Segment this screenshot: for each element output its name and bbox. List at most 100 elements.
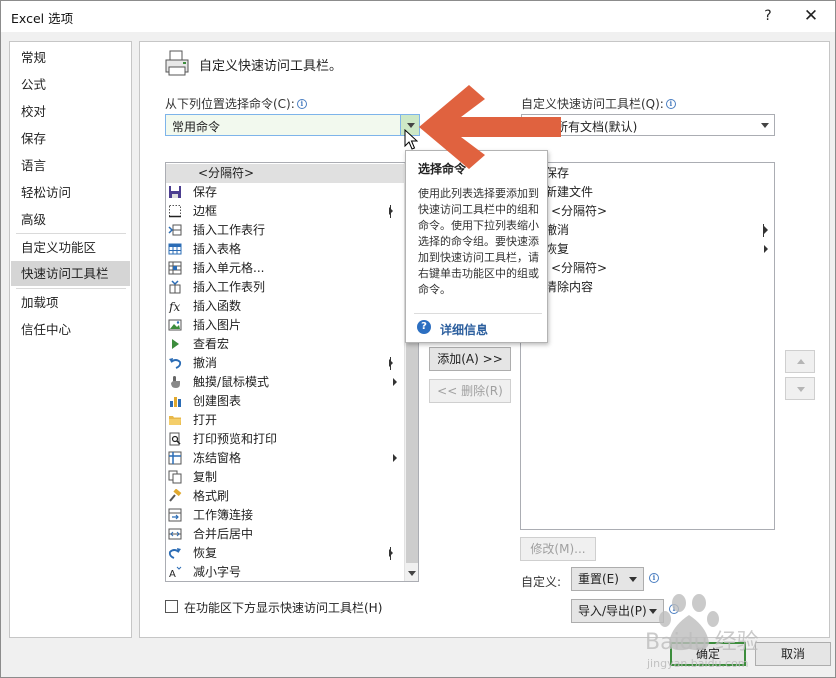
close-button[interactable]: ✕ [796, 4, 826, 28]
import-export-label: 导入/导出(P) [578, 604, 647, 618]
chart-icon [170, 397, 181, 407]
list-item[interactable]: <分隔符> [521, 259, 769, 278]
tooltip-body: 使用此列表选择要添加到快速访问工具栏中的组和命令。使用下拉列表缩小选择的命令组。… [418, 187, 539, 296]
submenu-arrow-icon [764, 245, 768, 253]
add-button[interactable]: 添加(A) >> [429, 347, 511, 371]
list-item[interactable]: 插入工作表列 [166, 278, 404, 297]
sidebar-item-save[interactable]: 保存 [11, 126, 130, 151]
list-item[interactable]: 恢复 [521, 240, 769, 259]
list-item[interactable]: 工作簿连接 [166, 506, 404, 525]
choose-commands-label: 从下列位置选择命令(C): i [165, 95, 307, 112]
sidebar-item-language[interactable]: 语言 [11, 153, 130, 178]
list-item[interactable]: 恢复 [166, 544, 404, 563]
submenu-arrow-icon [389, 207, 393, 215]
save-icon [169, 186, 181, 198]
list-item[interactable]: 清除内容 [521, 278, 769, 297]
choose-commands-tooltip: 选择命令 使用此列表选择要添加到快速访问工具栏中的组和命令。使用下拉列表缩小选择… [405, 150, 548, 343]
chevron-down-icon [629, 577, 637, 582]
copy-icon [168, 470, 182, 484]
sidebar-item-general[interactable]: 常规 [11, 45, 130, 70]
reset-button[interactable]: 重置(E) [571, 567, 644, 591]
list-item[interactable]: 保存 [166, 183, 404, 202]
more-info-link[interactable]: 详细信息 [440, 321, 488, 338]
arrow-up-icon [797, 359, 805, 364]
sidebar-divider [16, 233, 126, 234]
macro-icon [172, 339, 179, 349]
tooltip-divider [414, 313, 542, 314]
table-icon [168, 243, 182, 255]
info-icon: i [649, 573, 659, 583]
toolbar-items-list[interactable]: 保存 新建文件 <分隔符> 撤消 恢复 <分隔符> 清除内容 [520, 162, 775, 530]
annotation-arrow-icon [419, 85, 561, 169]
watermark-text: Baidu 经验 [645, 630, 759, 655]
list-item[interactable]: 触摸/鼠标模式 [166, 373, 404, 392]
page-title: 自定义快速访问工具栏。 [199, 59, 343, 74]
chevron-down-icon[interactable] [755, 115, 774, 135]
list-item[interactable]: 查看宏 [166, 335, 404, 354]
list-item[interactable]: 插入工作表行 [166, 221, 404, 240]
baidu-jingyan-watermark-icon: Baidu 经验 jingyan.baidu.com [645, 594, 759, 670]
folder-icon [169, 416, 181, 425]
help-button[interactable]: ? [753, 4, 783, 28]
submenu-arrow-icon [389, 359, 393, 367]
sidebar-item-add-ins[interactable]: 加载项 [11, 290, 130, 315]
choose-commands-label-text: 从下列位置选择命令(C): [165, 97, 295, 111]
scroll-down-button[interactable] [405, 565, 419, 581]
list-item[interactable]: 冻结窗格 [166, 449, 404, 468]
remove-button[interactable]: << 删除(R) [429, 379, 511, 403]
picture-icon [168, 319, 182, 331]
sidebar-item-advanced[interactable]: 高级 [11, 207, 130, 232]
quick-access-toolbar-icon [165, 50, 189, 76]
insert-cell-icon [168, 261, 182, 275]
connection-icon [168, 508, 182, 522]
sidebar-item-quick-access-toolbar[interactable]: 快速访问工具栏 [11, 261, 130, 286]
list-item[interactable]: A 减小字号 [166, 563, 404, 581]
move-down-button[interactable] [785, 377, 815, 400]
format-painter-icon [169, 489, 182, 502]
sidebar-item-accessibility[interactable]: 轻松访问 [11, 180, 130, 205]
list-item[interactable]: fx 插入函数 [166, 297, 404, 316]
function-icon: fx [168, 300, 180, 313]
submenu-arrow-icon [393, 378, 397, 386]
list-item[interactable]: 新建文件 [521, 183, 769, 202]
help-icon[interactable]: ? [417, 320, 431, 334]
move-up-button[interactable] [785, 350, 815, 373]
choose-commands-dropdown[interactable]: 常用命令 [165, 114, 420, 136]
list-item[interactable]: 边框 [166, 202, 404, 221]
list-item[interactable]: 撤消 [521, 221, 769, 240]
list-item[interactable]: 插入表格 [166, 240, 404, 259]
info-icon: i [296, 99, 307, 109]
svg-text:fx: fx [168, 300, 180, 313]
list-item[interactable]: 格式刷 [166, 487, 404, 506]
list-item[interactable]: 复制 [166, 468, 404, 487]
list-item[interactable]: 插入单元格... [166, 259, 404, 278]
choose-commands-value: 常用命令 [172, 120, 221, 134]
show-below-ribbon-label: 在功能区下方显示快速访问工具栏(H) [184, 601, 383, 615]
list-item[interactable]: <分隔符> [166, 164, 404, 183]
print-preview-icon [169, 432, 181, 446]
undo-icon [169, 358, 182, 369]
mouse-cursor-icon [404, 129, 418, 150]
freeze-icon [168, 451, 182, 465]
customize-caption: 自定义: [521, 575, 562, 589]
list-item[interactable]: 合并后居中 [166, 525, 404, 544]
list-item[interactable]: <分隔符> [521, 202, 769, 221]
commands-list[interactable]: <分隔符> 保存 边框 插入工作表行 插入表格 插入单元格... 插入工作表列 … [165, 162, 419, 582]
list-item[interactable]: 打开 [166, 411, 404, 430]
list-item[interactable]: 撤消 [166, 354, 404, 373]
info-icon: i [665, 99, 676, 109]
submenu-arrow-icon [389, 549, 393, 557]
sidebar-item-trust-center[interactable]: 信任中心 [11, 317, 130, 342]
insert-row-icon [168, 224, 182, 236]
list-item[interactable]: 创建图表 [166, 392, 404, 411]
list-item[interactable]: 打印预览和打印 [166, 430, 404, 449]
sidebar-item-customize-ribbon[interactable]: 自定义功能区 [11, 235, 130, 260]
list-item[interactable]: 插入图片 [166, 316, 404, 335]
title-bar: Excel 选项 ? ✕ [1, 1, 835, 32]
sidebar-item-proofing[interactable]: 校对 [11, 99, 130, 124]
sidebar: 常规 公式 校对 保存 语言 轻松访问 高级 自定义功能区 快速访问工具栏 加载… [9, 41, 132, 638]
show-below-ribbon-checkbox[interactable] [165, 600, 178, 613]
merge-icon [168, 528, 182, 540]
modify-button[interactable]: 修改(M)... [520, 537, 596, 561]
sidebar-item-formulas[interactable]: 公式 [11, 72, 130, 97]
